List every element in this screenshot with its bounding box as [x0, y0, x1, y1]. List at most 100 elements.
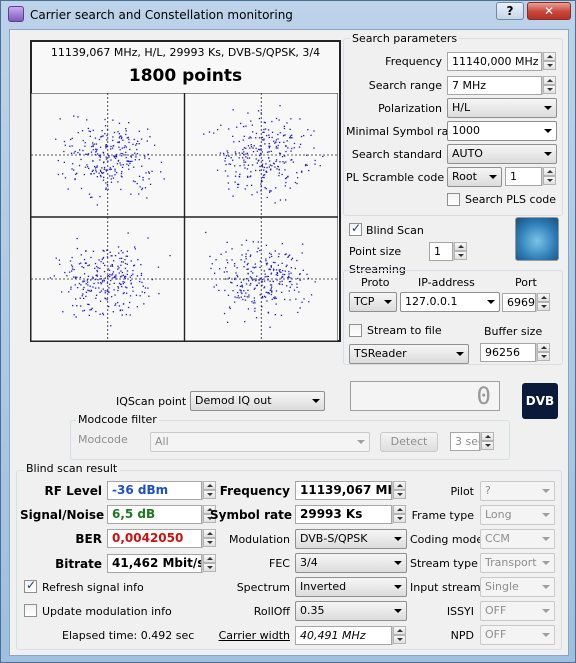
iq-scan-select[interactable]: Demod IQ out [190, 391, 325, 411]
modcode-select[interactable]: All [150, 432, 370, 452]
constellation-point [106, 134, 108, 137]
modulation-select[interactable]: DVB-S/QPSK [295, 529, 407, 549]
search-pls-checkbox[interactable] [447, 193, 460, 206]
search-range-input[interactable]: 7 MHz [447, 76, 542, 95]
constellation-point [215, 259, 217, 261]
constellation-point [266, 196, 268, 199]
constellation-point [111, 296, 113, 298]
symbol-rate-select[interactable]: 1000 [447, 121, 557, 141]
rolloff-select[interactable]: 0.35 [295, 601, 407, 621]
constellation-point [225, 163, 227, 166]
pl-scramble-label: PL Scramble code [346, 171, 445, 184]
chevron-down-icon [542, 609, 550, 613]
constellation-point [121, 314, 123, 316]
coding-mode-select[interactable]: CCM [480, 529, 555, 549]
detect-button[interactable]: Detect [380, 432, 438, 452]
constellation-point [229, 307, 231, 310]
stream-reader-select[interactable]: TSReader [349, 344, 469, 364]
frame-type-select[interactable]: Long [480, 505, 555, 525]
constellation-point [306, 273, 308, 275]
stream-to-file-checkbox[interactable] [349, 324, 362, 337]
frequency-result-spinner[interactable] [392, 481, 406, 500]
detect-time-input[interactable]: 3 sec [450, 432, 480, 451]
close-button[interactable]: ✕ [527, 2, 571, 20]
refresh-signal-checkbox[interactable] [24, 578, 37, 593]
constellation-point [71, 137, 73, 139]
blind-scan-checkbox[interactable] [349, 221, 362, 236]
constellation-point [130, 193, 132, 195]
constellation-point [136, 148, 138, 151]
constellation-point [235, 272, 237, 274]
constellation-point [89, 135, 91, 137]
point-size-input[interactable]: 1 [429, 242, 453, 261]
constellation-point [290, 137, 292, 139]
constellation-point [84, 262, 87, 264]
constellation-point [268, 157, 270, 159]
symbol-rate-result-label: Symbol rate [210, 508, 292, 522]
frequency-spinner[interactable] [542, 52, 556, 71]
help-button[interactable]: ? [496, 2, 524, 20]
constellation-point [94, 267, 96, 269]
constellation-point [261, 159, 264, 162]
constellation-point [304, 164, 307, 167]
constellation-point [236, 267, 238, 269]
constellation-point [102, 314, 105, 316]
search-standard-select[interactable]: AUTO [447, 144, 557, 164]
frequency-input[interactable]: 11140,000 MHz [447, 52, 542, 71]
symbol-rate-result-spinner[interactable] [392, 505, 406, 524]
pilot-select[interactable]: ? [480, 481, 555, 501]
update-modulation-checkbox[interactable] [24, 604, 37, 617]
constellation-point [128, 161, 130, 163]
proto-select[interactable]: TCP [349, 292, 397, 312]
constellation-point [107, 268, 109, 270]
pl-scramble-spinner[interactable] [542, 167, 556, 186]
constellation-point [261, 163, 264, 165]
constellation-point [273, 163, 275, 165]
detect-time-spinner[interactable] [480, 432, 494, 451]
port-input[interactable]: 6969 [502, 293, 536, 312]
constellation-point [99, 291, 101, 293]
npd-select[interactable]: OFF [480, 625, 555, 645]
constellation-point [219, 152, 222, 154]
constellation-point [148, 172, 150, 174]
constellation-point [82, 310, 84, 312]
constellation-point [105, 188, 107, 191]
issyi-select[interactable]: OFF [480, 601, 555, 621]
constellation-point [291, 257, 294, 259]
constellation-point [269, 252, 271, 254]
constellation-point [129, 276, 131, 278]
constellation-point [278, 169, 280, 171]
satellite-dish-icon[interactable] [515, 217, 559, 261]
constellation-point [146, 140, 148, 142]
ip-address-select[interactable]: 127.0.0.1 [400, 292, 500, 312]
constellation-point [257, 247, 259, 249]
carrier-width-spinner[interactable] [392, 626, 406, 645]
constellation-point [62, 311, 64, 313]
client-area: 11139,067 MHz, H/L, 29993 Ks, DVB-S/QPSK… [9, 29, 569, 656]
constellation-point [243, 135, 245, 137]
port-label: Port [515, 276, 537, 289]
constellation-point [258, 282, 260, 284]
input-stream-select[interactable]: Single [480, 577, 555, 597]
constellation-point [258, 154, 261, 157]
buffer-size-spinner[interactable] [536, 343, 550, 362]
search-range-spinner[interactable] [542, 76, 556, 95]
polarization-select[interactable]: H/L [447, 98, 557, 118]
constellation-point [115, 274, 117, 276]
stream-type-select[interactable]: Transport [480, 553, 555, 573]
constellation-point [240, 291, 242, 293]
constellation-point [275, 160, 277, 163]
pl-scramble-code-input[interactable]: 1 [505, 167, 542, 186]
spectrum-select[interactable]: Inverted [295, 577, 407, 597]
constellation-point [74, 178, 76, 180]
constellation-point [76, 247, 78, 250]
port-spinner[interactable] [536, 293, 550, 312]
pl-scramble-mode-select[interactable]: Root [447, 167, 502, 187]
point-size-spinner[interactable] [453, 242, 467, 261]
constellation-point [126, 270, 129, 272]
buffer-size-input[interactable]: 96256 [480, 343, 536, 362]
fec-select[interactable]: 3/4 [295, 553, 407, 573]
constellation-point [71, 256, 73, 259]
constellation-point [319, 165, 321, 167]
constellation-point [104, 133, 106, 135]
